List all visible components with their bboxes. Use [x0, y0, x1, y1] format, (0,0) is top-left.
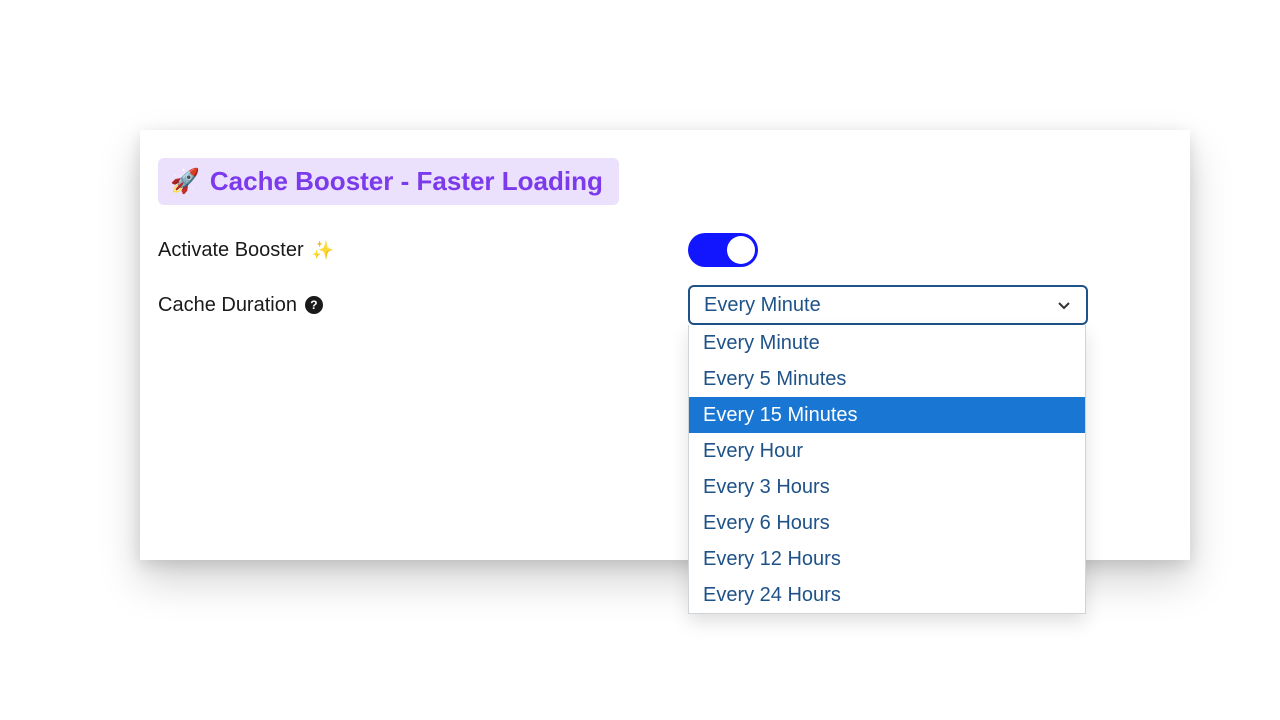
cache-duration-row: Cache Duration ? Every Minute Every Minu…	[158, 285, 1172, 325]
chevron-down-icon	[1056, 297, 1072, 313]
section-header: 🚀 Cache Booster - Faster Loading	[158, 158, 619, 205]
dropdown-option[interactable]: Every 5 Minutes	[689, 361, 1085, 397]
sparkles-icon: ✨	[312, 240, 334, 261]
toggle-knob	[727, 236, 755, 264]
dropdown-option[interactable]: Every 24 Hours	[689, 577, 1085, 613]
activate-booster-control	[688, 233, 1172, 267]
rocket-icon: 🚀	[170, 167, 200, 196]
activate-booster-row: Activate Booster ✨	[158, 233, 1172, 267]
select-current-value: Every Minute	[704, 294, 821, 317]
activate-booster-label: Activate Booster ✨	[158, 239, 688, 262]
duration-label-text: Cache Duration	[158, 294, 297, 317]
activate-booster-toggle[interactable]	[688, 233, 758, 267]
cache-duration-dropdown[interactable]: Every MinuteEvery 5 MinutesEvery 15 Minu…	[688, 325, 1086, 614]
dropdown-option[interactable]: Every 6 Hours	[689, 505, 1085, 541]
activate-label-text: Activate Booster	[158, 239, 304, 262]
cache-duration-select[interactable]: Every Minute	[688, 285, 1088, 325]
cache-duration-label: Cache Duration ?	[158, 294, 688, 317]
dropdown-option[interactable]: Every 12 Hours	[689, 541, 1085, 577]
dropdown-option[interactable]: Every 3 Hours	[689, 469, 1085, 505]
dropdown-option[interactable]: Every 15 Minutes	[689, 397, 1085, 433]
dropdown-option[interactable]: Every Minute	[689, 325, 1085, 361]
settings-panel: 🚀 Cache Booster - Faster Loading Activat…	[140, 130, 1190, 560]
section-title-text: Cache Booster - Faster Loading	[210, 166, 603, 197]
help-icon[interactable]: ?	[305, 296, 323, 314]
cache-duration-control: Every Minute Every MinuteEvery 5 Minutes…	[688, 285, 1172, 325]
form-body: Activate Booster ✨ Cache Duration ? Ever…	[158, 233, 1172, 325]
dropdown-option[interactable]: Every Hour	[689, 433, 1085, 469]
